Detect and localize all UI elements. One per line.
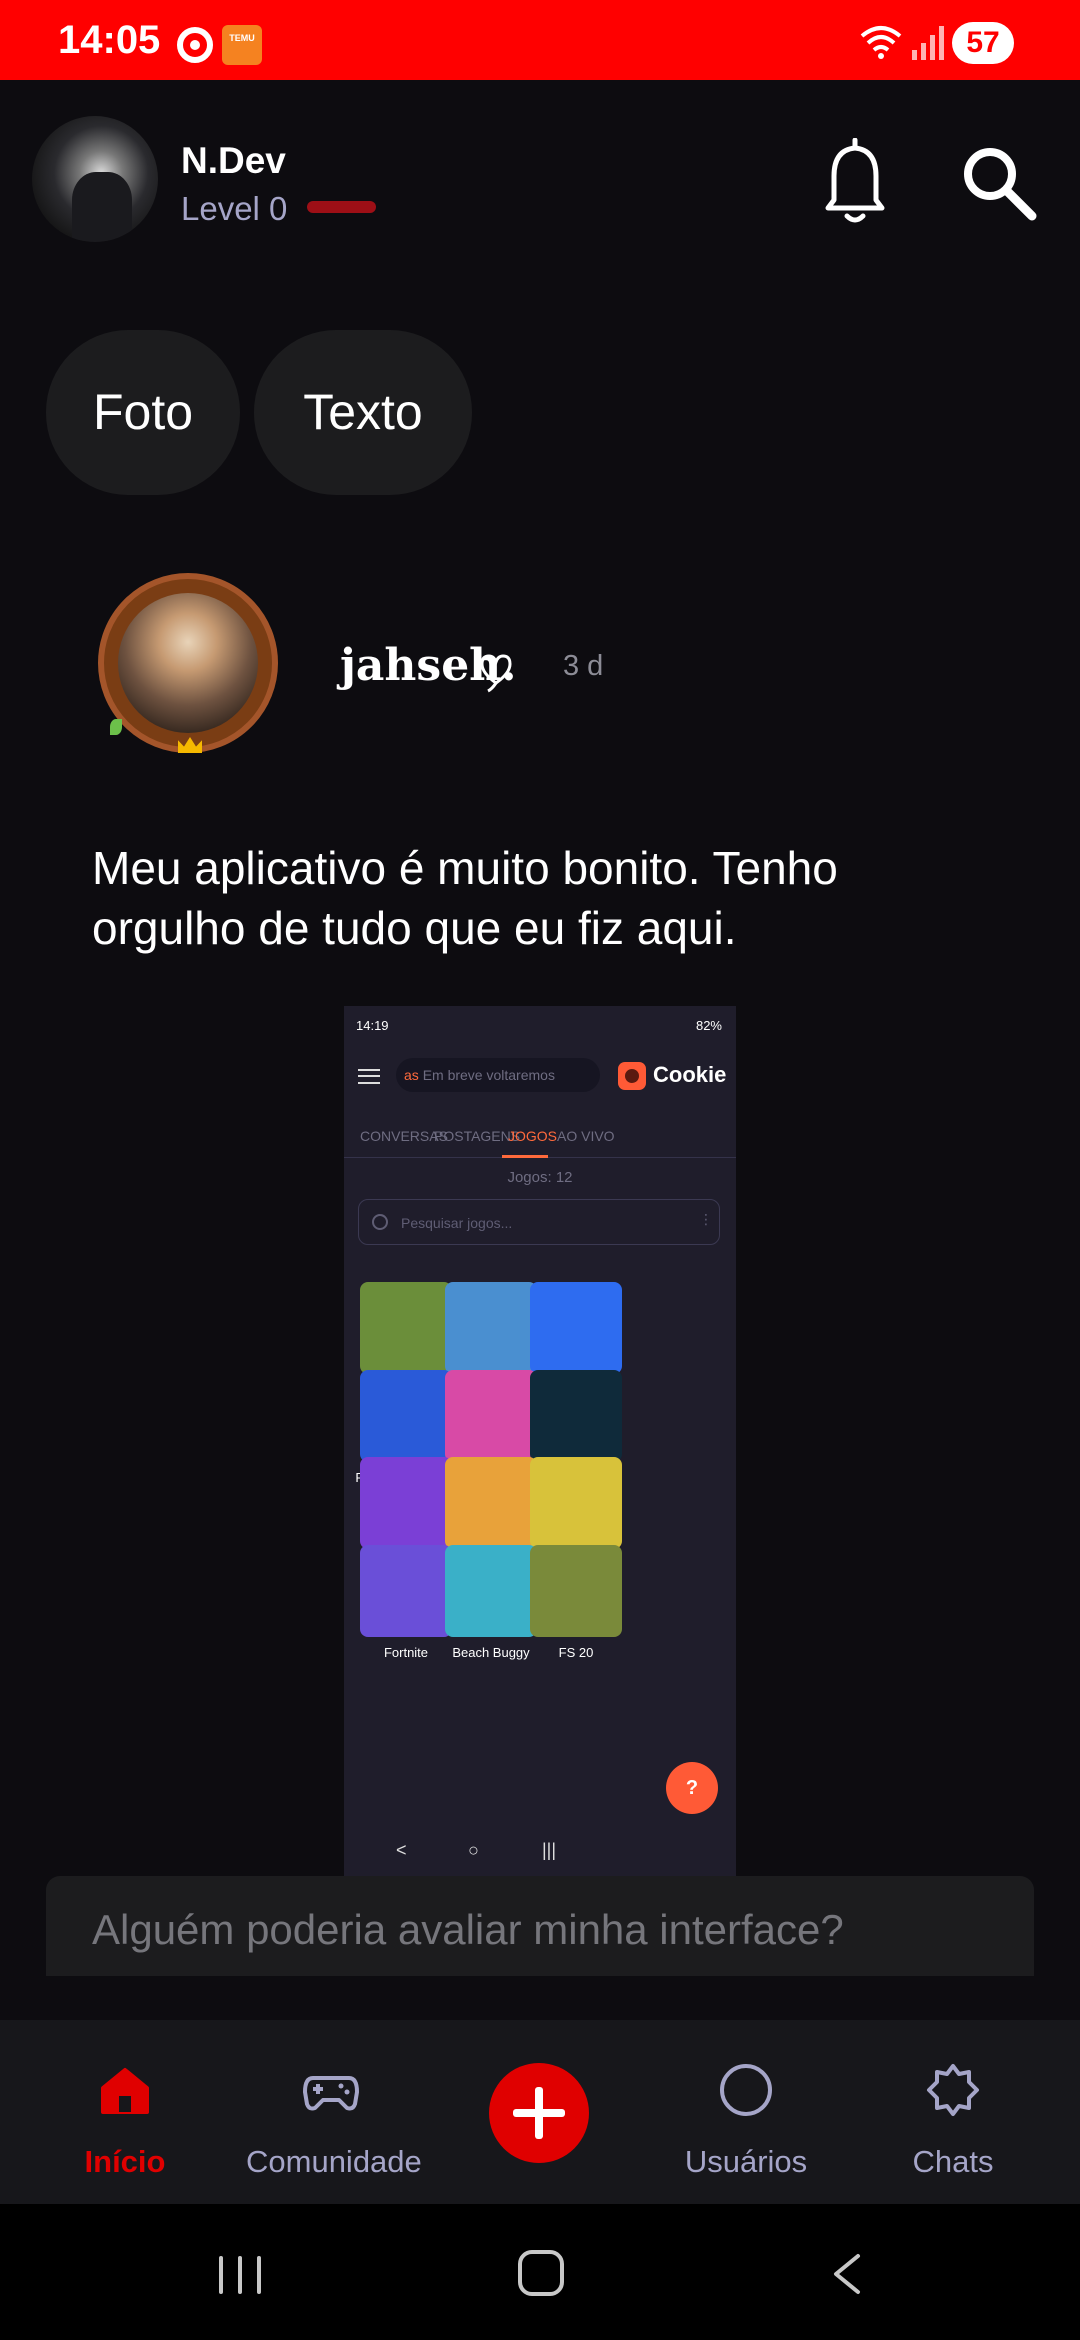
image-nav-home: ○ bbox=[468, 1840, 479, 1860]
nav-label-inicio: Início bbox=[84, 2144, 166, 2179]
gamepad-icon bbox=[303, 2076, 359, 2111]
nav-label-usuarios: Usuários bbox=[684, 2144, 808, 2179]
image-status-time: 14:19 bbox=[356, 1018, 389, 1033]
badge-icon bbox=[927, 2064, 979, 2116]
status-time: 14:05 bbox=[58, 18, 161, 62]
image-ticker-text: Em breve voltaremos bbox=[422, 1067, 555, 1083]
recents-button[interactable] bbox=[219, 2256, 261, 2294]
heart-outline-icon bbox=[480, 654, 512, 693]
post-body: Meu aplicativo é muito bonito. Tenho org… bbox=[92, 842, 838, 954]
image-ticker-emphasis: as bbox=[404, 1067, 419, 1083]
compose-text-button[interactable]: Texto bbox=[254, 330, 472, 495]
temu-app-icon: TEMU bbox=[222, 25, 262, 65]
leaf-icon bbox=[110, 719, 122, 735]
post-timestamp: 3 d bbox=[563, 650, 604, 682]
create-post-button[interactable] bbox=[489, 2063, 589, 2163]
game-icon bbox=[530, 1545, 622, 1637]
image-tab-underline bbox=[502, 1155, 548, 1158]
crown-icon bbox=[178, 737, 202, 753]
game-icon bbox=[530, 1370, 622, 1462]
compose-photo-button[interactable]: Foto bbox=[46, 330, 240, 495]
record-icon bbox=[177, 27, 213, 63]
level-progress-bar bbox=[307, 201, 376, 213]
image-nav-bar: < ○ ||| bbox=[344, 1828, 736, 1876]
hamburger-icon bbox=[358, 1069, 380, 1084]
signal-icon bbox=[912, 26, 944, 60]
next-post-card[interactable]: Alguém poderia avaliar minha interface? bbox=[46, 1876, 1034, 1976]
game-name: FS 20 bbox=[558, 1645, 594, 1660]
nav-item-comunidade[interactable]: Comunidade bbox=[246, 2020, 422, 2204]
image-nav-recents: ||| bbox=[542, 1840, 557, 1860]
battery-indicator: 57 bbox=[952, 22, 1014, 64]
image-ticker: as Em breve voltaremos bbox=[396, 1058, 600, 1092]
post-image[interactable]: 14:19 82% as Em breve voltaremos Cookie … bbox=[344, 1006, 736, 1876]
image-search-icon bbox=[372, 1214, 388, 1230]
username: N.Dev bbox=[181, 140, 286, 181]
image-tab: AO VIVO bbox=[557, 1128, 615, 1144]
system-navigation-bar bbox=[0, 2204, 1080, 2340]
user-level: Level 0 bbox=[181, 190, 288, 227]
nav-item-usuarios[interactable]: Usuários bbox=[661, 2020, 831, 2204]
image-search-field: Pesquisar jogos... bbox=[358, 1199, 720, 1245]
image-brand: Cookie bbox=[653, 1062, 727, 1087]
image-game-tile: FS 20 bbox=[516, 1545, 636, 1660]
wifi-icon bbox=[860, 26, 902, 59]
image-tabs: CONVERSAS POSTAGENS JOGOS AO VIVO bbox=[344, 1110, 736, 1158]
image-status-battery: 82% bbox=[695, 1018, 722, 1033]
next-post-text: Alguém poderia avaliar minha interface? bbox=[92, 1906, 844, 1953]
status-bar: 14:05 TEMU 57 bbox=[0, 0, 1080, 80]
game-icon bbox=[530, 1282, 622, 1374]
image-kebab-icon: ⋮ bbox=[699, 1211, 713, 1227]
nav-label-comunidade: Comunidade bbox=[246, 2144, 422, 2179]
image-nav-back: < bbox=[396, 1840, 407, 1860]
post-author-avatar[interactable] bbox=[98, 573, 278, 753]
profile-avatar[interactable] bbox=[32, 116, 158, 242]
search-icon[interactable] bbox=[958, 142, 1040, 224]
home-button[interactable] bbox=[518, 2250, 564, 2296]
avatar-photo bbox=[118, 593, 258, 733]
home-icon bbox=[101, 2068, 149, 2114]
image-games-count: Jogos: 12 bbox=[507, 1169, 573, 1186]
game-icon bbox=[530, 1457, 622, 1549]
screen: { "status_bar": { "time": "14:05", "temu… bbox=[0, 0, 1080, 2340]
nav-item-chats[interactable]: Chats bbox=[868, 2020, 1038, 2204]
nav-label-chats: Chats bbox=[912, 2144, 994, 2179]
nav-item-inicio[interactable]: Início bbox=[40, 2020, 210, 2204]
bell-icon[interactable] bbox=[822, 138, 888, 226]
image-status-bar: 14:19 82% bbox=[344, 1006, 736, 1044]
back-button[interactable] bbox=[828, 2252, 864, 2296]
image-help-button: ? bbox=[666, 1762, 718, 1814]
cookie-logo-icon bbox=[618, 1062, 646, 1090]
circle-icon bbox=[720, 2064, 772, 2116]
image-tab-active: JOGOS bbox=[508, 1128, 558, 1144]
